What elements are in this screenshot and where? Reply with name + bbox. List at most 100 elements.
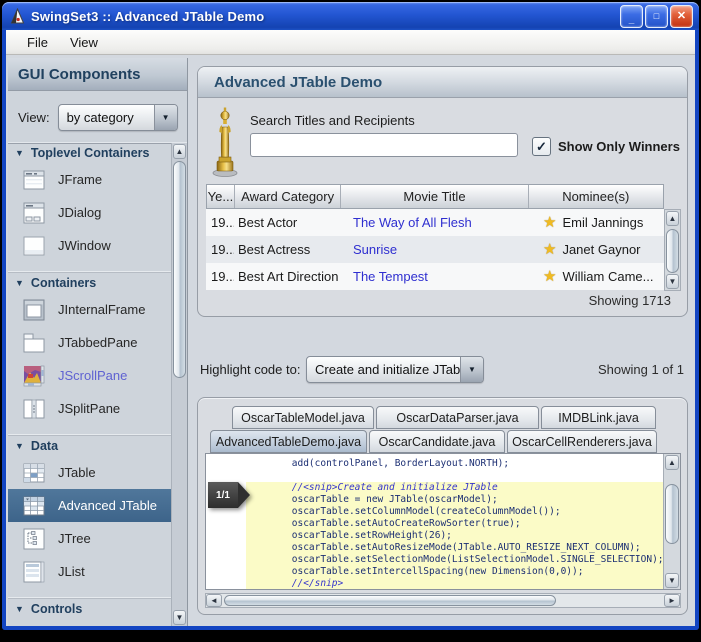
scroll-down-icon[interactable]: ▼ (173, 610, 186, 625)
sidebar-item-jwindow[interactable]: JWindow (8, 229, 172, 262)
sidebar-scrollbar-thumb[interactable] (173, 161, 186, 378)
snippet-marker: 1/1 (208, 482, 238, 508)
sidebar-item-jlist[interactable]: JList (8, 555, 172, 588)
section-containers[interactable]: ▼ Containers (8, 272, 172, 293)
movie-link[interactable]: Sunrise (341, 242, 529, 257)
scroll-up-icon[interactable]: ▲ (173, 144, 186, 159)
highlight-combobox[interactable]: Create and initialize JTable ▼ (306, 356, 484, 383)
menu-view[interactable]: View (61, 33, 107, 52)
sidebar-item-togglebuttons[interactable]: ToggleButtons (8, 619, 172, 626)
collapse-triangle-icon[interactable]: ▼ (15, 604, 24, 614)
title-bar: SwingSet3 :: Advanced JTable Demo _ □ ✕ (2, 2, 699, 30)
collapse-triangle-icon[interactable]: ▼ (15, 148, 24, 158)
sidebar: GUI Components View: by category ▼ ▼ Top… (8, 58, 188, 626)
scroll-up-icon[interactable]: ▲ (666, 211, 679, 226)
sidebar-item-jdialog[interactable]: JDialog (8, 196, 172, 229)
jtable-icon (22, 461, 46, 485)
sidebar-item-advanced-jtable[interactable]: Advanced JTable (8, 489, 172, 522)
code-horizontal-scrollbar[interactable]: ◄ ► (205, 593, 681, 608)
tab-oscardataparser[interactable]: OscarDataParser.java (376, 406, 539, 429)
table-row[interactable]: 19... Best Art Direction The Tempest ★Wi… (206, 263, 664, 290)
component-list: ▼ Toplevel Containers JFrame JDialog (8, 143, 187, 626)
highlight-label: Highlight code to: (200, 362, 300, 377)
column-header-movie-title[interactable]: Movie Title (341, 185, 528, 208)
code-vertical-scrollbar[interactable]: ▲ ▼ (663, 454, 680, 589)
view-combobox[interactable]: by category ▼ (58, 104, 178, 131)
scroll-right-icon[interactable]: ► (664, 594, 680, 607)
code-panel: OscarTableModel.java OscarDataParser.jav… (197, 397, 688, 615)
sidebar-header: GUI Components (8, 58, 187, 91)
highlight-combobox-value: Create and initialize JTable (307, 362, 460, 377)
demo-panel: Advanced JTable Demo (197, 66, 688, 317)
table-header-row: Ye... Award Category Movie Title Nominee… (206, 184, 664, 209)
code-line: oscarTable.setAutoCreateRowSorter(true); (246, 518, 664, 530)
tab-oscartablemodel[interactable]: OscarTableModel.java (232, 406, 374, 429)
table-row[interactable]: 19... Best Actor The Way of All Flesh ★E… (206, 209, 664, 236)
column-header-award-category[interactable]: Award Category (235, 185, 342, 208)
code-tabs-row1: OscarTableModel.java OscarDataParser.jav… (232, 406, 658, 429)
table-row[interactable]: 19... Best Actress Sunrise ★Janet Gaynor (206, 236, 664, 263)
jtabbedpane-icon (22, 331, 46, 355)
winner-star-icon: ★ (543, 215, 556, 230)
main-area: Advanced JTable Demo (188, 55, 695, 626)
code-vscroll-thumb[interactable] (665, 484, 679, 544)
scroll-up-icon[interactable]: ▲ (665, 455, 679, 470)
search-label: Search Titles and Recipients (250, 113, 415, 128)
section-controls[interactable]: ▼ Controls (8, 598, 172, 619)
collapse-triangle-icon[interactable]: ▼ (15, 441, 24, 451)
scroll-left-icon[interactable]: ◄ (206, 594, 222, 607)
code-line: oscarTable.setRowHeight(26); (246, 530, 664, 542)
code-hscroll-thumb[interactable] (224, 595, 556, 606)
column-header-nominees[interactable]: Nominee(s) (529, 185, 663, 208)
winner-star-icon: ★ (543, 242, 556, 257)
app-window: SwingSet3 :: Advanced JTable Demo _ □ ✕ … (2, 2, 699, 630)
window-body: File View GUI Components View: by catego… (2, 30, 699, 630)
checkmark-icon: ✓ (536, 140, 547, 153)
tab-imdblink[interactable]: IMDBLink.java (541, 406, 656, 429)
column-header-year[interactable]: Ye... (207, 185, 235, 208)
code-line: //<snip>Create and initialize JTable (246, 482, 664, 494)
sidebar-item-jinternalframe[interactable]: JInternalFrame (8, 293, 172, 326)
scroll-down-icon[interactable]: ▼ (666, 274, 679, 289)
section-data[interactable]: ▼ Data (8, 435, 172, 456)
scroll-down-icon[interactable]: ▼ (665, 573, 679, 588)
sidebar-item-jtree[interactable]: JTree (8, 522, 172, 555)
sidebar-scrollbar[interactable]: ▲ ▼ (171, 143, 187, 626)
winners-checkbox[interactable]: ✓ (532, 137, 551, 156)
collapse-triangle-icon[interactable]: ▼ (15, 278, 24, 288)
close-button[interactable]: ✕ (670, 5, 693, 28)
tab-oscarcandidate[interactable]: OscarCandidate.java (369, 430, 505, 453)
tab-advancedtabledemo[interactable]: AdvancedTableDemo.java (210, 430, 367, 453)
sidebar-item-jsplitpane[interactable]: JSplitPane (8, 392, 172, 425)
tab-oscarcellrenderers[interactable]: OscarCellRenderers.java (507, 430, 657, 453)
demo-panel-header: Advanced JTable Demo (198, 67, 687, 98)
advanced-jtable-icon (22, 494, 46, 518)
menu-file[interactable]: File (18, 33, 57, 52)
chevron-down-icon[interactable]: ▼ (154, 105, 177, 130)
menu-bar: File View (6, 30, 695, 55)
files-status: Showing 1 of 1 (598, 362, 684, 377)
movie-link[interactable]: The Way of All Flesh (341, 215, 529, 230)
sidebar-item-jtabbedpane[interactable]: JTabbedPane (8, 326, 172, 359)
maximize-button[interactable]: □ (645, 5, 668, 28)
jdialog-icon (22, 201, 46, 225)
view-selector-row: View: by category ▼ (8, 91, 187, 144)
jlist-icon (22, 560, 46, 584)
sidebar-item-jtable[interactable]: JTable (8, 456, 172, 489)
search-input[interactable] (250, 133, 518, 157)
movie-link[interactable]: The Tempest (341, 269, 529, 284)
jsplitpane-icon (22, 397, 46, 421)
jwindow-icon (22, 234, 46, 258)
minimize-button[interactable]: _ (620, 5, 643, 28)
sidebar-title: GUI Components (18, 66, 141, 83)
table-scrollbar-thumb[interactable] (666, 229, 679, 273)
sidebar-item-jscrollpane[interactable]: JScrollPane (8, 359, 172, 392)
table-scrollbar[interactable]: ▲ ▼ (664, 209, 681, 291)
code-tabs-row2: AdvancedTableDemo.java OscarCandidate.ja… (210, 430, 659, 453)
code-line: add(controlPanel, BorderLayout.NORTH); (246, 458, 664, 470)
show-only-winners[interactable]: ✓ Show Only Winners (532, 137, 680, 156)
section-toplevel-containers[interactable]: ▼ Toplevel Containers (8, 143, 172, 163)
code-viewer: add(controlPanel, BorderLayout.NORTH); /… (205, 453, 681, 590)
sidebar-item-jframe[interactable]: JFrame (8, 163, 172, 196)
chevron-down-icon[interactable]: ▼ (460, 357, 483, 382)
